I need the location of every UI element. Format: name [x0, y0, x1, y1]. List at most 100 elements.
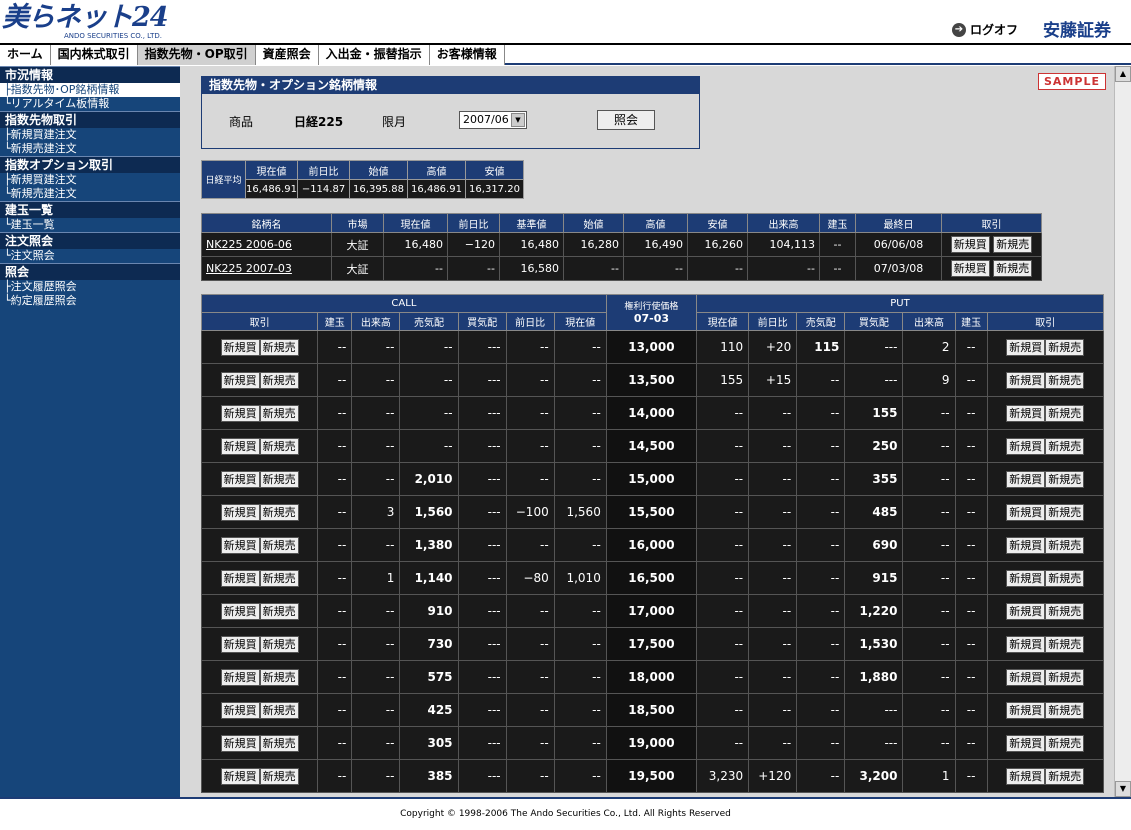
call-bid-cell: --- [457, 726, 507, 760]
new-sell-button[interactable]: 新規売 [1045, 734, 1085, 752]
call-bid-cell: --- [457, 660, 507, 694]
new-sell-button[interactable]: 新規売 [1045, 371, 1085, 389]
new-sell-button[interactable]: 新規売 [1045, 701, 1085, 719]
put-bid-cell: 485 [844, 495, 904, 529]
futures-row: NK225 2006-06 大証 16,480 −120 16,480 16,280 16,… [201, 232, 1042, 257]
new-buy-button[interactable]: 新規買 [220, 503, 260, 521]
nav-tab[interactable]: 資産照会 [255, 45, 319, 65]
sidebar-item[interactable]: └新規売建注文 [0, 187, 180, 201]
new-sell-button[interactable]: 新規売 [1045, 569, 1085, 587]
futures-instrument-link[interactable]: NK225 2006-06 [206, 238, 292, 251]
new-sell-button[interactable]: 新規売 [1045, 668, 1085, 686]
new-sell-button[interactable]: 新規売 [1045, 635, 1085, 653]
new-sell-button[interactable]: 新規売 [259, 338, 299, 356]
new-sell-button[interactable]: 新規売 [259, 668, 299, 686]
futures-cell: 16,280 [563, 232, 624, 257]
sidebar-item[interactable]: └新規売建注文 [0, 142, 180, 156]
query-button[interactable]: 照会 [597, 110, 655, 130]
new-buy-button[interactable]: 新規買 [1006, 602, 1046, 620]
new-sell-button[interactable]: 新規売 [259, 602, 299, 620]
futures-instrument-link[interactable]: NK225 2007-03 [206, 262, 292, 275]
new-sell-button[interactable]: 新規売 [1045, 338, 1085, 356]
vertical-scrollbar[interactable]: ▲ ▼ [1114, 66, 1131, 797]
new-buy-button[interactable]: 新規買 [1006, 734, 1046, 752]
new-sell-button[interactable]: 新規売 [1045, 470, 1085, 488]
call-vol-cell: -- [351, 660, 401, 694]
new-sell-button[interactable]: 新規売 [259, 536, 299, 554]
sidebar-item[interactable]: ├指数先物･OP銘柄情報 [0, 83, 180, 97]
new-buy-button[interactable]: 新規買 [1006, 701, 1046, 719]
sidebar-section-title: 指数先物取引 [0, 111, 180, 128]
sidebar-item[interactable]: └注文照会 [0, 249, 180, 263]
new-buy-button[interactable]: 新規買 [1006, 371, 1046, 389]
new-buy-button[interactable]: 新規買 [220, 338, 260, 356]
new-sell-button[interactable]: 新規売 [259, 437, 299, 455]
chevron-down-icon[interactable]: ▼ [511, 113, 525, 127]
new-sell-button[interactable]: 新規売 [1045, 602, 1085, 620]
month-select[interactable]: 2007/06 ▼ [459, 111, 527, 129]
new-buy-button[interactable]: 新規買 [220, 767, 260, 785]
strike-price-cell: 14,000 [605, 396, 698, 430]
new-sell-button[interactable]: 新規売 [259, 470, 299, 488]
new-buy-button[interactable]: 新規買 [220, 371, 260, 389]
sidebar-item[interactable]: └建玉一覧 [0, 218, 180, 232]
call-px-cell: -- [553, 462, 607, 496]
new-sell-button[interactable]: 新規売 [259, 404, 299, 422]
new-sell-button[interactable]: 新規売 [259, 701, 299, 719]
new-sell-button[interactable]: 新規売 [259, 569, 299, 587]
logout-link[interactable]: ➔ ログオフ [952, 21, 1018, 38]
nav-tab[interactable]: ホーム [0, 45, 51, 65]
new-buy-button[interactable]: 新規買 [1006, 635, 1046, 653]
scroll-up-icon[interactable]: ▲ [1115, 66, 1131, 82]
new-sell-button[interactable]: 新規売 [259, 635, 299, 653]
new-buy-button[interactable]: 新規買 [1006, 668, 1046, 686]
new-sell-button[interactable]: 新規売 [259, 734, 299, 752]
nav-tab[interactable]: 指数先物・OP取引 [137, 45, 256, 65]
new-buy-button[interactable]: 新規買 [1006, 404, 1046, 422]
call-oi-cell: -- [317, 627, 353, 661]
nav-tab[interactable]: 国内株式取引 [50, 45, 138, 65]
call-chg-cell: -- [505, 660, 555, 694]
new-buy-button[interactable]: 新規買 [1006, 437, 1046, 455]
new-buy-button[interactable]: 新規買 [1006, 536, 1046, 554]
new-sell-button[interactable]: 新規売 [1045, 437, 1085, 455]
logo[interactable]: 美らネット24 ANDO SECURITIES CO., LTD. [2, 2, 169, 40]
sidebar-item[interactable]: ├新規買建注文 [0, 173, 180, 187]
new-buy-button[interactable]: 新規買 [1006, 569, 1046, 587]
new-sell-button[interactable]: 新規売 [1045, 767, 1085, 785]
new-buy-button[interactable]: 新規買 [220, 635, 260, 653]
logo-text: 美らネット24 [2, 2, 169, 33]
scroll-down-icon[interactable]: ▼ [1115, 781, 1131, 797]
sidebar-item[interactable]: └約定履歴照会 [0, 294, 180, 308]
new-buy-button[interactable]: 新規買 [220, 668, 260, 686]
new-buy-button[interactable]: 新規買 [220, 404, 260, 422]
new-buy-button[interactable]: 新規買 [1006, 470, 1046, 488]
new-buy-button[interactable]: 新規買 [950, 236, 990, 253]
new-buy-button[interactable]: 新規買 [220, 701, 260, 719]
new-sell-button[interactable]: 新規売 [1045, 536, 1085, 554]
new-buy-button[interactable]: 新規買 [220, 734, 260, 752]
option-action-cell: 新規買 新規売 [986, 660, 1105, 694]
nav-tab[interactable]: お客様情報 [429, 45, 505, 65]
new-sell-button[interactable]: 新規売 [993, 236, 1033, 253]
new-sell-button[interactable]: 新規売 [259, 503, 299, 521]
sidebar-item[interactable]: ├新規買建注文 [0, 128, 180, 142]
new-buy-button[interactable]: 新規買 [220, 569, 260, 587]
sidebar-item[interactable]: └リアルタイム板情報 [0, 97, 180, 111]
new-buy-button[interactable]: 新規買 [1006, 503, 1046, 521]
futures-action-cell: 新規買 新規売 [941, 232, 1042, 257]
new-buy-button[interactable]: 新規買 [220, 437, 260, 455]
new-sell-button[interactable]: 新規売 [1045, 404, 1085, 422]
new-sell-button[interactable]: 新規売 [993, 260, 1033, 277]
new-buy-button[interactable]: 新規買 [1006, 767, 1046, 785]
new-buy-button[interactable]: 新規買 [1006, 338, 1046, 356]
new-buy-button[interactable]: 新規買 [950, 260, 990, 277]
new-sell-button[interactable]: 新規売 [259, 767, 299, 785]
sidebar-item[interactable]: ├注文履歴照会 [0, 280, 180, 294]
new-sell-button[interactable]: 新規売 [1045, 503, 1085, 521]
new-sell-button[interactable]: 新規売 [259, 371, 299, 389]
nav-tab[interactable]: 入出金・振替指示 [318, 45, 430, 65]
new-buy-button[interactable]: 新規買 [220, 602, 260, 620]
new-buy-button[interactable]: 新規買 [220, 536, 260, 554]
new-buy-button[interactable]: 新規買 [220, 470, 260, 488]
